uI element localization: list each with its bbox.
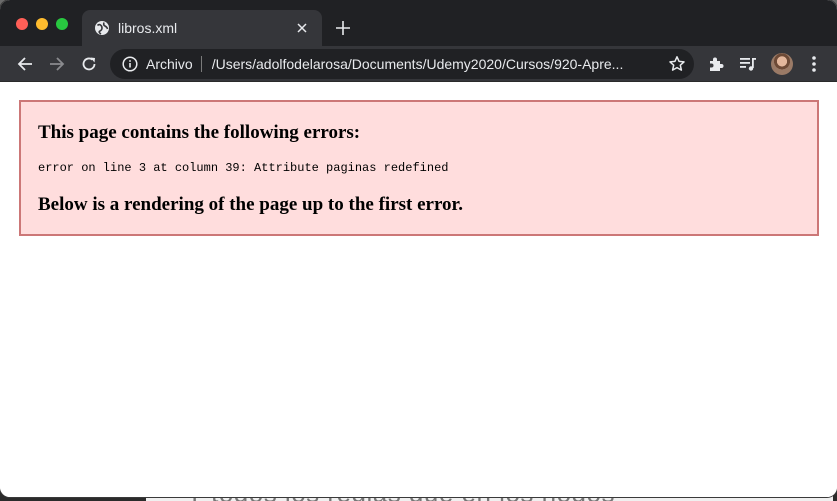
render-heading: Below is a rendering of the page up to t… [38,194,463,215]
profile-avatar[interactable] [771,53,793,75]
address-bar[interactable]: Archivo /Users/adolfodelarosa/Documents/… [110,49,694,79]
reload-icon[interactable] [80,55,98,73]
globe-icon [94,20,110,36]
tab-libros-xml[interactable]: libros.xml [82,10,322,46]
kebab-menu-icon[interactable] [805,55,823,73]
back-arrow-icon[interactable] [16,55,34,73]
omnibox-separator [200,56,202,72]
media-queue-icon[interactable] [739,55,757,73]
minimize-window-button[interactable] [36,18,48,30]
tab-title: libros.xml [118,20,178,36]
forward-arrow-icon[interactable] [48,55,66,73]
extensions-puzzle-icon[interactable] [707,55,725,73]
new-tab-button[interactable] [334,19,352,37]
error-message: error on line 3 at column 39: Attribute … [38,161,449,175]
browser-toolbar: Archivo /Users/adolfodelarosa/Documents/… [0,46,837,82]
info-icon[interactable] [122,56,138,72]
xml-parse-error-box: This page contains the following errors:… [19,100,819,236]
browser-window: libros.xml Archivo /Users/adolfodelarosa… [0,0,837,497]
close-tab-icon[interactable] [294,20,310,36]
bookmark-star-icon[interactable] [668,55,686,73]
error-heading: This page contains the following errors: [38,122,361,143]
page-content: This page contains the following errors:… [0,82,837,497]
security-label: Archivo [146,56,193,72]
zoom-window-button[interactable] [56,18,68,30]
close-window-button[interactable] [16,18,28,30]
url-text[interactable]: /Users/adolfodelarosa/Documents/Udemy202… [212,56,652,72]
tab-strip: libros.xml [0,0,837,46]
